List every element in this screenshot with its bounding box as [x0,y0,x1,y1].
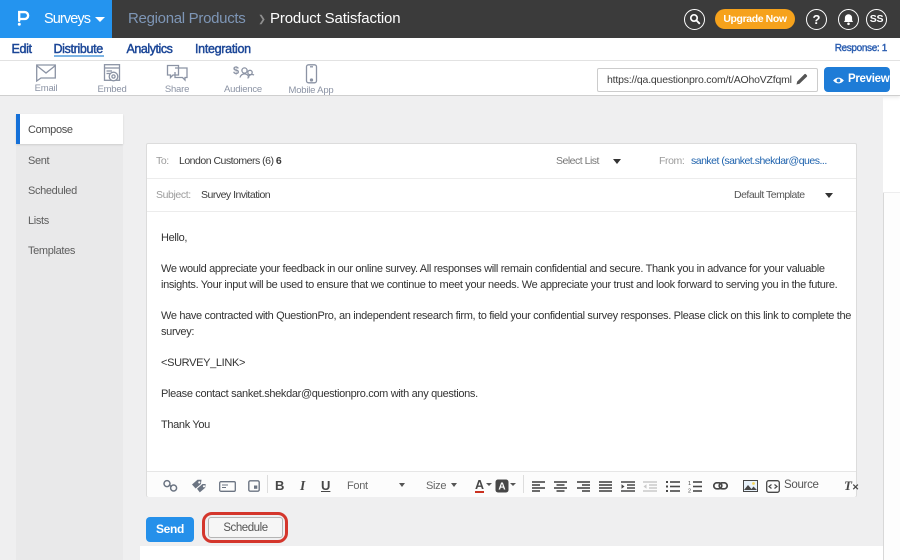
svg-text:2: 2 [688,488,691,493]
svg-text:$: $ [233,65,239,77]
svg-text:1: 1 [688,481,691,487]
svg-text:A: A [498,482,505,493]
